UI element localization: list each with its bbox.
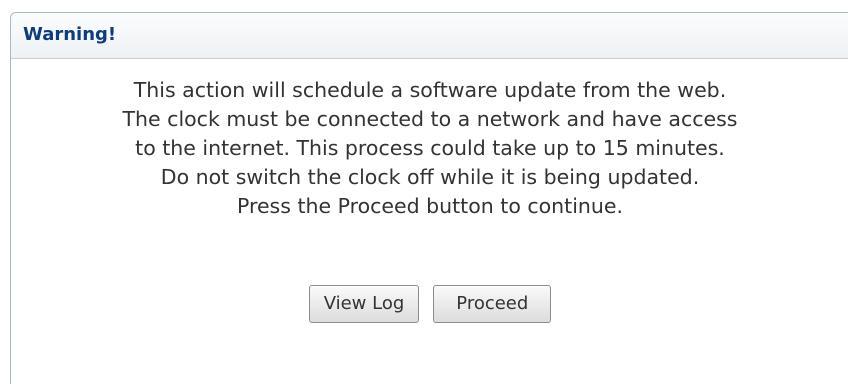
dialog-title: Warning!: [23, 24, 117, 45]
message-line: to the internet. This process could take…: [135, 136, 725, 160]
message-line: Do not switch the clock off while it is …: [160, 165, 700, 189]
proceed-button[interactable]: Proceed: [433, 285, 552, 323]
message-line: This action will schedule a software upd…: [133, 78, 727, 102]
message-line: Press the Proceed button to continue.: [236, 194, 624, 218]
dialog-titlebar: Warning!: [11, 13, 848, 59]
dialog-button-row: View Log Proceed: [11, 285, 848, 323]
message-line: The clock must be connected to a network…: [122, 107, 738, 131]
warning-dialog: Warning! This action will schedule a sof…: [10, 12, 848, 384]
dialog-message: This action will schedule a software upd…: [11, 76, 848, 221]
view-log-button[interactable]: View Log: [308, 285, 420, 323]
